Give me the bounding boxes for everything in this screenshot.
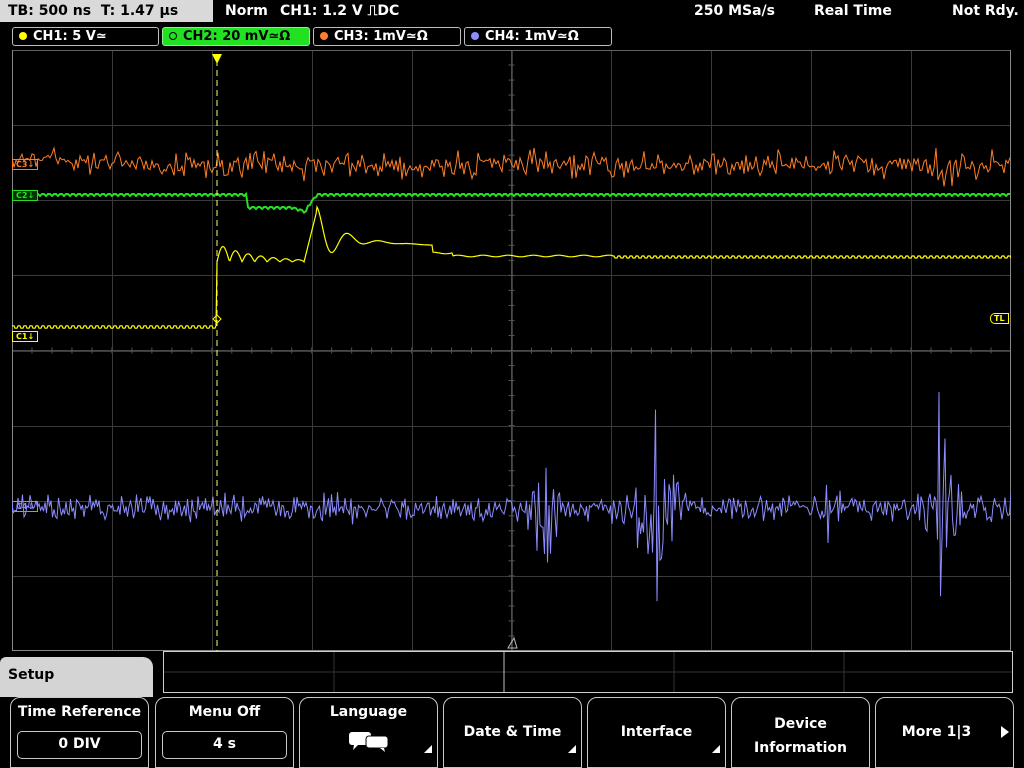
ch4-color-dot bbox=[471, 32, 479, 40]
overview-grid bbox=[164, 652, 1012, 692]
tab-ch1[interactable]: CH1: 5 V≃ bbox=[12, 27, 159, 46]
tab-ch3[interactable]: CH3: 1mV≃Ω bbox=[313, 27, 461, 46]
interface-softkey[interactable]: Interface bbox=[587, 697, 726, 768]
acquisition-mode: Real Time bbox=[814, 3, 892, 19]
trigger-position-marker bbox=[212, 54, 222, 64]
ch4-offset-marker[interactable]: C4↓ bbox=[12, 501, 39, 512]
more-softkey[interactable]: More 1|3 bbox=[875, 697, 1014, 768]
time-reference-softkey[interactable]: Time Reference 0 DIV bbox=[10, 697, 149, 768]
language-softkey[interactable]: Language bbox=[299, 697, 438, 768]
time-reference-label: Time Reference bbox=[17, 704, 142, 720]
tab-ch2[interactable]: CH2: 20 mV≃Ω bbox=[162, 27, 310, 46]
trigger-info[interactable]: CH1: 1.2 V ⎍DC bbox=[280, 0, 399, 22]
tab-ch4[interactable]: CH4: 1mV≃Ω bbox=[464, 27, 612, 46]
interface-label: Interface bbox=[620, 724, 693, 740]
ch2-label: CH2: 20 mV≃Ω bbox=[183, 29, 291, 44]
ch3-label: CH3: 1mV≃Ω bbox=[334, 29, 428, 44]
more-label: More 1|3 bbox=[901, 724, 972, 740]
ch1-offset-marker[interactable]: C1↓ bbox=[12, 331, 39, 342]
zoom-overview-panel bbox=[163, 651, 1013, 693]
menu-title: Setup bbox=[0, 657, 153, 697]
status-bar: TB: 500 ns T: 1.47 µs Norm CH1: 1.2 V ⎍D… bbox=[0, 0, 1024, 24]
next-page-icon bbox=[1001, 726, 1009, 738]
time-reference-value: 0 DIV bbox=[17, 731, 142, 759]
time-offset-value: T: 1.47 µs bbox=[100, 3, 179, 19]
ch1-label: CH1: 5 V≃ bbox=[33, 29, 107, 44]
date-time-softkey[interactable]: Date & Time bbox=[443, 697, 582, 768]
waveform-display[interactable]: C3↓ C2↓ C1↓ C4↓ TL bbox=[12, 50, 1011, 651]
menu-off-softkey[interactable]: Menu Off 4 s bbox=[155, 697, 294, 768]
device-information-softkey[interactable]: Device Information bbox=[731, 697, 870, 768]
menu-off-value: 4 s bbox=[162, 731, 287, 759]
waveform-canvas bbox=[12, 50, 1011, 651]
ch1-color-dot bbox=[19, 32, 27, 40]
date-time-label: Date & Time bbox=[463, 724, 562, 740]
timebase-readout[interactable]: TB: 500 ns T: 1.47 µs bbox=[0, 0, 213, 22]
trigger-level-marker[interactable]: TL bbox=[990, 313, 1009, 324]
ch3-color-dot bbox=[320, 32, 328, 40]
submenu-arrow-icon bbox=[712, 745, 720, 753]
timebase-value: TB: 500 ns bbox=[8, 3, 92, 19]
ch2-offset-marker[interactable]: C2↓ bbox=[12, 190, 39, 201]
acquisition-state: Not Rdy. bbox=[952, 3, 1019, 19]
menu-off-label: Menu Off bbox=[188, 704, 261, 720]
speech-bubble-icon bbox=[349, 732, 389, 752]
ch2-color-dot bbox=[169, 32, 177, 40]
submenu-arrow-icon bbox=[568, 745, 576, 753]
ch4-label: CH4: 1mV≃Ω bbox=[485, 29, 579, 44]
trigger-mode[interactable]: Norm bbox=[225, 0, 268, 22]
ch3-offset-marker[interactable]: C3↓ bbox=[12, 159, 39, 170]
graticule-grid bbox=[12, 50, 1011, 651]
device-information-label: Device Information bbox=[754, 716, 847, 756]
sample-rate: 250 MSa/s bbox=[694, 3, 776, 19]
submenu-arrow-icon bbox=[424, 745, 432, 753]
language-label: Language bbox=[329, 704, 408, 720]
